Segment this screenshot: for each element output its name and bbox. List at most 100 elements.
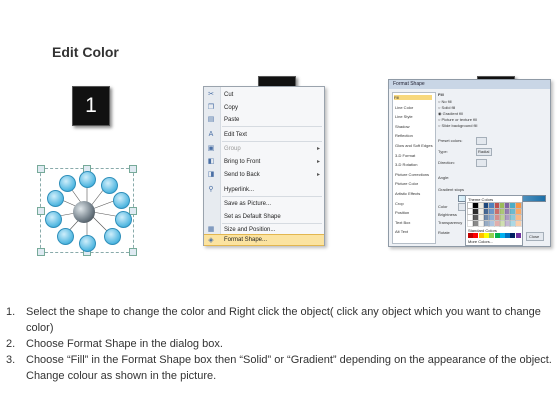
diagram-node[interactable] [57, 228, 74, 245]
theme-color-swatch[interactable] [488, 214, 496, 221]
standard-color-swatch[interactable] [478, 233, 484, 238]
menu-item-edit-text[interactable]: A Edit Text [204, 129, 324, 141]
diagram-node[interactable] [79, 235, 96, 252]
category-item[interactable]: Shadow [395, 124, 409, 129]
standard-color-swatch[interactable] [483, 233, 489, 238]
theme-color-swatch[interactable] [472, 214, 480, 221]
theme-color-swatch[interactable] [509, 208, 517, 215]
category-item[interactable]: Fill [394, 95, 432, 100]
theme-color-swatch[interactable] [477, 220, 485, 227]
standard-color-swatch[interactable] [499, 233, 505, 238]
menu-item-bring-to-front[interactable]: ◧ Bring to Front ▸ [204, 156, 324, 168]
theme-color-swatch[interactable] [509, 220, 517, 227]
menu-item-copy[interactable]: ❐ Copy [204, 102, 324, 114]
more-colors-link[interactable]: More Colors... [468, 239, 493, 244]
category-item[interactable]: Reflection [395, 133, 413, 138]
diagram-node[interactable] [47, 190, 64, 207]
selected-shape-diagram[interactable] [37, 165, 137, 256]
theme-color-swatch[interactable] [482, 208, 490, 215]
diagram-node[interactable] [115, 211, 132, 228]
theme-color-swatch[interactable] [493, 214, 501, 221]
theme-color-swatch[interactable] [504, 208, 512, 215]
theme-color-swatch[interactable] [498, 202, 506, 209]
theme-color-swatch[interactable] [493, 208, 501, 215]
step-number: 1. [6, 306, 16, 318]
category-item[interactable]: Crop [395, 201, 404, 206]
standard-color-swatch[interactable] [510, 233, 516, 238]
menu-item-send-to-back[interactable]: ◨ Send to Back ▸ [204, 169, 324, 181]
fill-option-radio[interactable]: ◉ Gradient fill [438, 111, 463, 116]
standard-color-swatch[interactable] [473, 233, 479, 238]
theme-color-swatch[interactable] [509, 202, 517, 209]
theme-color-swatch[interactable] [477, 202, 485, 209]
theme-color-swatch[interactable] [504, 202, 512, 209]
fill-option-radio[interactable]: ○ Picture or texture fill [438, 117, 477, 122]
theme-color-swatch[interactable] [472, 202, 480, 209]
theme-color-swatch[interactable] [504, 220, 512, 227]
standard-color-swatch[interactable] [489, 233, 495, 238]
theme-color-swatch[interactable] [498, 220, 506, 227]
fill-option-radio[interactable]: ○ No fill [438, 99, 452, 104]
standard-color-swatch[interactable] [468, 233, 473, 238]
category-item[interactable]: Position [395, 210, 409, 215]
theme-color-swatch[interactable] [467, 214, 474, 221]
theme-color-swatch[interactable] [514, 220, 522, 227]
category-item[interactable]: 3-D Rotation [395, 162, 417, 167]
theme-color-swatch[interactable] [488, 208, 496, 215]
menu-item-save-as-picture[interactable]: Save as Picture... [204, 198, 324, 210]
standard-color-swatch[interactable] [505, 233, 511, 238]
direction-dropdown[interactable] [476, 159, 487, 167]
theme-color-swatch[interactable] [477, 208, 485, 215]
theme-color-swatch[interactable] [498, 208, 506, 215]
theme-color-swatch[interactable] [472, 208, 480, 215]
theme-color-swatch[interactable] [482, 202, 490, 209]
category-item[interactable]: 3-D Format [395, 153, 415, 158]
diagram-node[interactable] [59, 175, 76, 192]
menu-item-set-as-default-shape[interactable]: Set as Default Shape [204, 211, 324, 223]
preset-colors-dropdown[interactable] [476, 137, 487, 145]
category-item[interactable]: Line Color [395, 105, 413, 110]
diagram-node[interactable] [104, 228, 121, 245]
menu-item-group[interactable]: ▣ Group ▸ [204, 143, 324, 155]
theme-color-swatch[interactable] [467, 202, 474, 209]
theme-color-swatch[interactable] [472, 220, 480, 227]
fill-option-radio[interactable]: ○ Solid fill [438, 105, 455, 110]
theme-color-swatch[interactable] [514, 208, 522, 215]
menu-item-hyperlink[interactable]: ⚲ Hyperlink... [204, 184, 324, 196]
theme-color-swatch[interactable] [482, 214, 490, 221]
standard-color-swatch[interactable] [515, 233, 521, 238]
category-item[interactable]: Picture Color [395, 181, 418, 186]
category-item[interactable]: Picture Corrections [395, 172, 429, 177]
theme-color-swatch[interactable] [498, 214, 506, 221]
category-item[interactable]: Glow and Soft Edges [395, 143, 433, 148]
close-button[interactable]: Close [526, 232, 544, 241]
diagram-node[interactable] [113, 192, 130, 209]
theme-color-swatch[interactable] [504, 214, 512, 221]
menu-item-paste[interactable]: ▤ Paste [204, 114, 324, 126]
type-dropdown[interactable]: Radial [476, 148, 492, 156]
category-item[interactable]: Artistic Effects [395, 191, 420, 196]
theme-color-swatch[interactable] [488, 220, 496, 227]
standard-color-swatch[interactable] [494, 233, 500, 238]
theme-color-swatch[interactable] [467, 220, 474, 227]
menu-item-cut[interactable]: ✂ Cut [204, 89, 324, 101]
theme-color-swatch[interactable] [493, 220, 501, 227]
diagram-node[interactable] [79, 171, 96, 188]
fill-option-label: Slide background fill [441, 123, 478, 128]
step-text: Select the shape to change the color and… [26, 306, 541, 334]
menu-item-format-shape[interactable]: ◈ Format Shape... [204, 234, 324, 246]
theme-color-swatch[interactable] [509, 214, 517, 221]
category-item[interactable]: Line Style [395, 114, 413, 119]
fill-option-radio[interactable]: ○ Slide background fill [438, 123, 477, 128]
diagram-node[interactable] [101, 177, 118, 194]
theme-color-swatch[interactable] [493, 202, 501, 209]
theme-color-swatch[interactable] [477, 214, 485, 221]
category-item[interactable]: Alt Text [395, 229, 408, 234]
theme-color-swatch[interactable] [488, 202, 496, 209]
theme-color-swatch[interactable] [514, 214, 522, 221]
theme-color-swatch[interactable] [467, 208, 474, 215]
diagram-node[interactable] [45, 211, 62, 228]
category-item[interactable]: Text Box [395, 220, 410, 225]
theme-color-swatch[interactable] [514, 202, 522, 209]
theme-color-swatch[interactable] [482, 220, 490, 227]
